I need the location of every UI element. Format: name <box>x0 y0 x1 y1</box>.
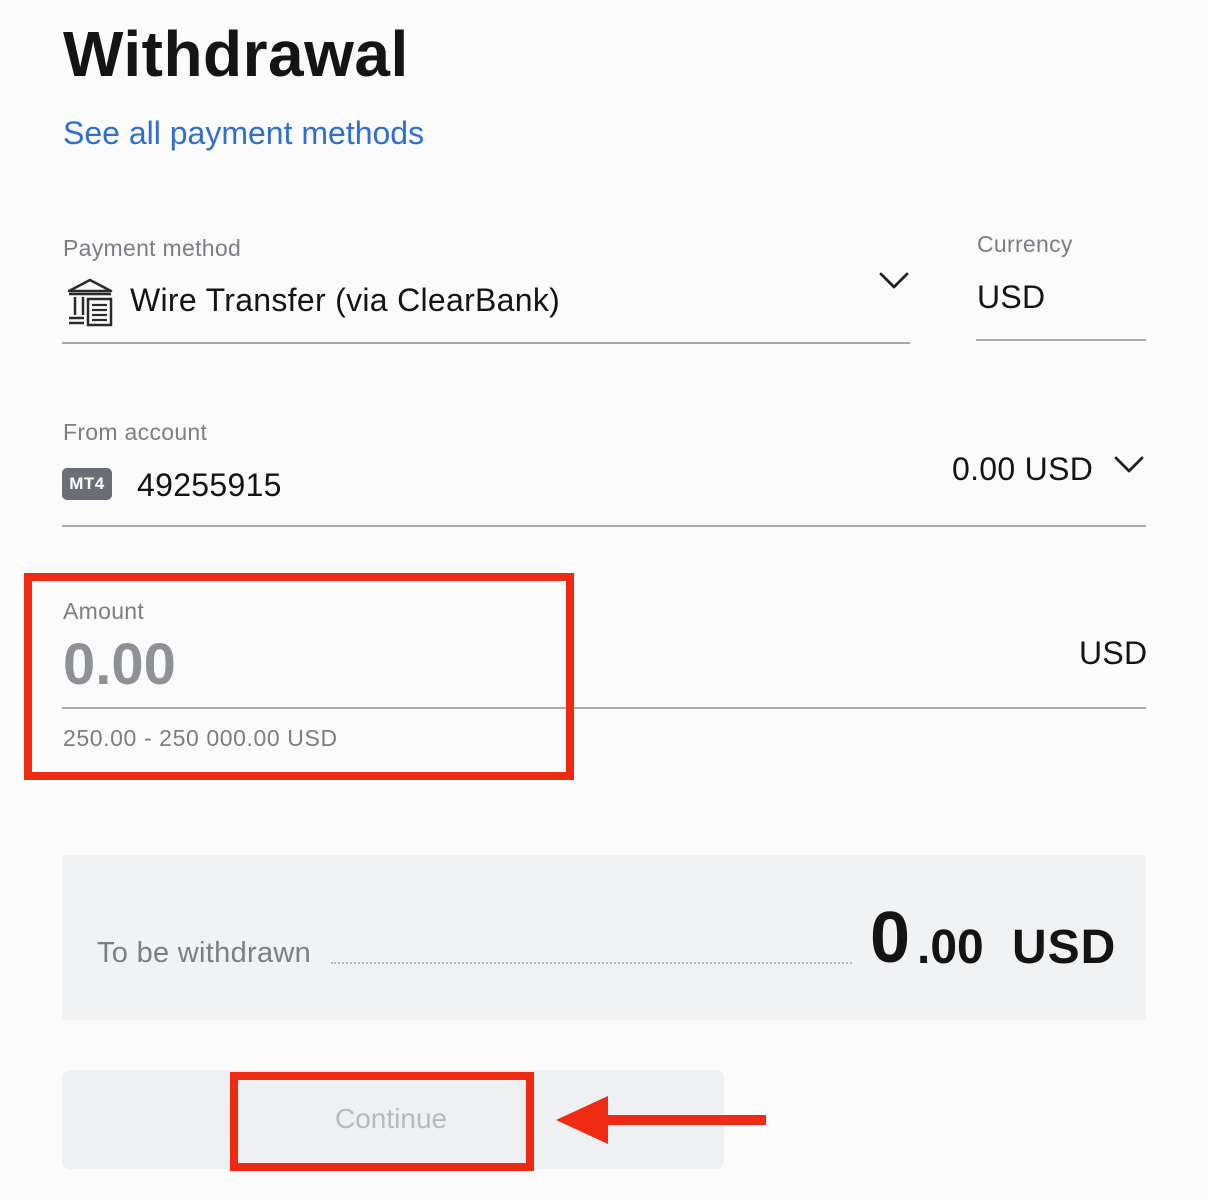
platform-badge: MT4 <box>62 468 112 500</box>
page-title: Withdrawal <box>63 18 409 90</box>
chevron-down-icon[interactable] <box>879 272 909 290</box>
withdrawal-page: Withdrawal See all payment methods Payme… <box>0 0 1209 1200</box>
dotted-leader <box>331 962 852 964</box>
withdraw-amount-decimal: .00 <box>917 921 984 974</box>
payment-method-label: Payment method <box>63 235 242 261</box>
amount-highlight-box <box>24 573 574 780</box>
currency-underline <box>976 339 1146 341</box>
amount-currency: USD <box>1079 635 1148 671</box>
currency-label: Currency <box>977 231 1073 257</box>
bank-icon <box>67 278 113 327</box>
arrow-left-icon <box>556 1096 766 1144</box>
account-balance: 0.00 USD <box>952 451 1094 487</box>
chevron-down-icon[interactable] <box>1114 456 1144 474</box>
withdraw-currency: USD <box>1012 921 1117 974</box>
payment-method-underline <box>62 342 910 344</box>
payment-method-value: Wire Transfer (via ClearBank) <box>130 282 561 318</box>
account-number[interactable]: 49255915 <box>137 467 282 504</box>
currency-value[interactable]: USD <box>977 279 1045 316</box>
withdraw-amount-integer: 0 <box>870 898 911 978</box>
continue-highlight-box <box>230 1072 534 1171</box>
from-account-label: From account <box>63 419 208 445</box>
from-account-underline <box>62 525 1146 527</box>
to-be-withdrawn-label: To be withdrawn <box>97 937 312 969</box>
see-all-payment-methods-link[interactable]: See all payment methods <box>63 115 424 152</box>
